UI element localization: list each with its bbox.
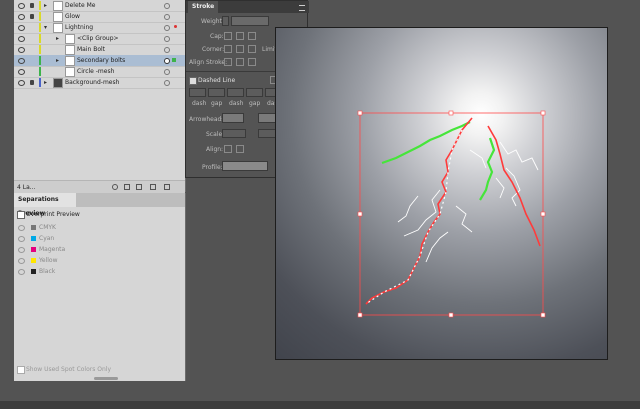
artwork-overlay xyxy=(357,110,546,318)
white-secondary-bolts xyxy=(397,141,539,263)
resize-handle[interactable] xyxy=(448,110,454,116)
resize-handle[interactable] xyxy=(357,110,363,116)
red-main-bolt xyxy=(365,117,541,305)
resize-handle[interactable] xyxy=(448,312,454,318)
selection-bounding-box[interactable] xyxy=(357,110,546,318)
resize-handle[interactable] xyxy=(540,211,546,217)
resize-handle[interactable] xyxy=(357,312,363,318)
bounding-box-frame xyxy=(359,112,544,316)
green-secondary-bolts xyxy=(381,121,496,201)
status-bar xyxy=(0,401,640,409)
resize-handle[interactable] xyxy=(540,312,546,318)
resize-handle[interactable] xyxy=(540,110,546,116)
resize-handle[interactable] xyxy=(357,211,363,217)
